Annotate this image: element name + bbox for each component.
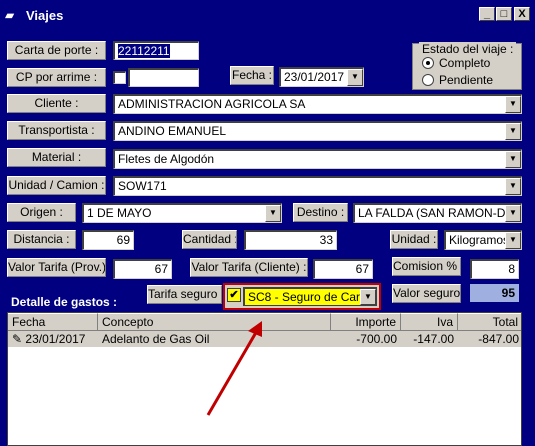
fecha-picker[interactable]: 23/01/2017 ▼ — [279, 67, 364, 87]
pendiente-label: Pendiente — [439, 73, 494, 87]
unidad-label: Unidad : — [390, 230, 438, 249]
col-importe[interactable]: Importe — [331, 313, 401, 331]
estado-viaje-group: Estado del viaje : Completo Pendiente — [412, 42, 522, 90]
transportista-combo[interactable]: ANDINO EMANUEL ▼ — [113, 121, 522, 141]
transportista-label: Transportista : — [7, 121, 106, 140]
col-iva[interactable]: Iva — [401, 313, 458, 331]
window-title: Viajes — [26, 8, 64, 23]
cantidad-label: Cantidad : — [182, 230, 237, 249]
completo-label: Completo — [439, 56, 491, 70]
distancia-label: Distancia : — [7, 230, 76, 249]
tarifa-seguro-label: Tarifa seguro : — [147, 285, 222, 304]
row-total: -847.00 — [478, 332, 519, 346]
transportista-value: ANDINO EMANUEL — [118, 124, 227, 138]
fecha-label: Fecha : — [230, 66, 274, 85]
row-iva: -147.00 — [413, 332, 454, 346]
title-bar: ▰ Viajes _ □ X — [0, 0, 535, 30]
carta-de-porte-input[interactable]: 22112211 — [113, 41, 199, 60]
material-combo[interactable]: Fletes de Algodón ▼ — [113, 149, 522, 169]
unidad-camion-dropdown-icon[interactable]: ▼ — [505, 178, 521, 195]
origen-combo[interactable]: 1 DE MAYO ▼ — [82, 203, 282, 223]
cp-por-arrime-label: CP por arrime : — [7, 68, 106, 87]
unidad-value: Kilogramos — [449, 233, 510, 247]
row-fecha-cell: ✎ 23/01/2017 — [8, 331, 98, 347]
material-label: Material : — [7, 148, 106, 167]
cliente-dropdown-icon[interactable]: ▼ — [505, 96, 521, 113]
unidad-combo[interactable]: Kilogramos ▼ — [444, 230, 522, 250]
tarifa-seguro-dropdown-icon[interactable]: ▼ — [360, 289, 376, 305]
unidad-camion-value: SOW171 — [118, 179, 167, 193]
app-icon: ▰ — [5, 8, 15, 22]
carta-de-porte-value: 22112211 — [118, 44, 170, 58]
distancia-input[interactable]: 69 — [82, 230, 134, 250]
col-fecha[interactable]: Fecha — [8, 313, 98, 331]
detalle-gastos-title: Detalle de gastos : — [11, 295, 118, 309]
minimize-button[interactable]: _ — [479, 7, 495, 21]
cliente-label: Cliente : — [7, 94, 106, 113]
valor-tarifa-prov-label: Valor Tarifa (Prov.) : — [7, 258, 106, 277]
viajes-window: ▰ Viajes _ □ X Carta de porte : 22112211… — [0, 0, 535, 446]
destino-label: Destino : — [293, 203, 348, 222]
annotation-arrow-icon — [206, 321, 262, 416]
tarifa-seguro-value: SC8 - Seguro de Carga — [248, 290, 374, 304]
close-button[interactable]: X — [514, 7, 530, 21]
fecha-dropdown-icon[interactable]: ▼ — [347, 69, 363, 86]
cliente-value: ADMINISTRACION AGRICOLA SA — [118, 97, 306, 111]
cantidad-input[interactable]: 33 — [244, 230, 337, 250]
unidad-camion-combo[interactable]: SOW171 ▼ — [113, 176, 522, 196]
destino-value: LA FALDA (SAN RAMON-DPT — [358, 206, 521, 220]
cp-por-arrime-input[interactable] — [128, 68, 199, 87]
comision-input[interactable]: 8 — [470, 259, 519, 279]
valor-tarifa-prov-input[interactable]: 67 — [113, 259, 172, 279]
material-value: Fletes de Algodón — [118, 152, 215, 166]
transportista-dropdown-icon[interactable]: ▼ — [505, 123, 521, 140]
valor-tarifa-cliente-input[interactable]: 67 — [313, 259, 373, 279]
origen-label: Origen : — [7, 203, 76, 222]
row-importe: -700.00 — [356, 332, 397, 346]
comision-label: Comision % : — [392, 257, 461, 276]
annotation-arrow-line — [206, 328, 260, 416]
unidad-dropdown-icon[interactable]: ▼ — [505, 232, 521, 249]
fecha-value: 23/01/2017 — [284, 70, 345, 84]
origen-value: 1 DE MAYO — [87, 206, 152, 220]
col-total[interactable]: Total — [458, 313, 521, 331]
destino-dropdown-icon[interactable]: ▼ — [505, 205, 521, 222]
row-pointer-icon: ✎ — [12, 332, 23, 346]
completo-radio[interactable] — [422, 57, 434, 69]
material-dropdown-icon[interactable]: ▼ — [505, 151, 521, 168]
cp-por-arrime-checkbox[interactable] — [113, 71, 126, 84]
unidad-camion-label: Unidad / Camion : — [7, 176, 106, 195]
estado-viaje-title: Estado del viaje : — [419, 42, 517, 56]
row-fecha: 23/01/2017 — [25, 332, 86, 346]
valor-seguro-value: 95 — [470, 284, 519, 302]
tarifa-seguro-checkbox[interactable]: ✔ — [227, 288, 241, 302]
pendiente-radio[interactable] — [422, 74, 434, 86]
tarifa-seguro-highlight: ✔ SC8 - Seguro de Carga ▼ — [223, 283, 381, 310]
tarifa-seguro-combo[interactable]: SC8 - Seguro de Carga ▼ — [243, 287, 377, 306]
carta-de-porte-label: Carta de porte : — [7, 41, 106, 60]
cliente-combo[interactable]: ADMINISTRACION AGRICOLA SA ▼ — [113, 94, 522, 114]
valor-seguro-label: Valor seguro : — [392, 284, 461, 303]
origen-dropdown-icon[interactable]: ▼ — [265, 205, 281, 222]
maximize-button[interactable]: □ — [496, 7, 512, 21]
destino-combo[interactable]: LA FALDA (SAN RAMON-DPT ▼ — [353, 203, 522, 223]
valor-tarifa-cliente-label: Valor Tarifa (Cliente) : — [190, 258, 308, 277]
